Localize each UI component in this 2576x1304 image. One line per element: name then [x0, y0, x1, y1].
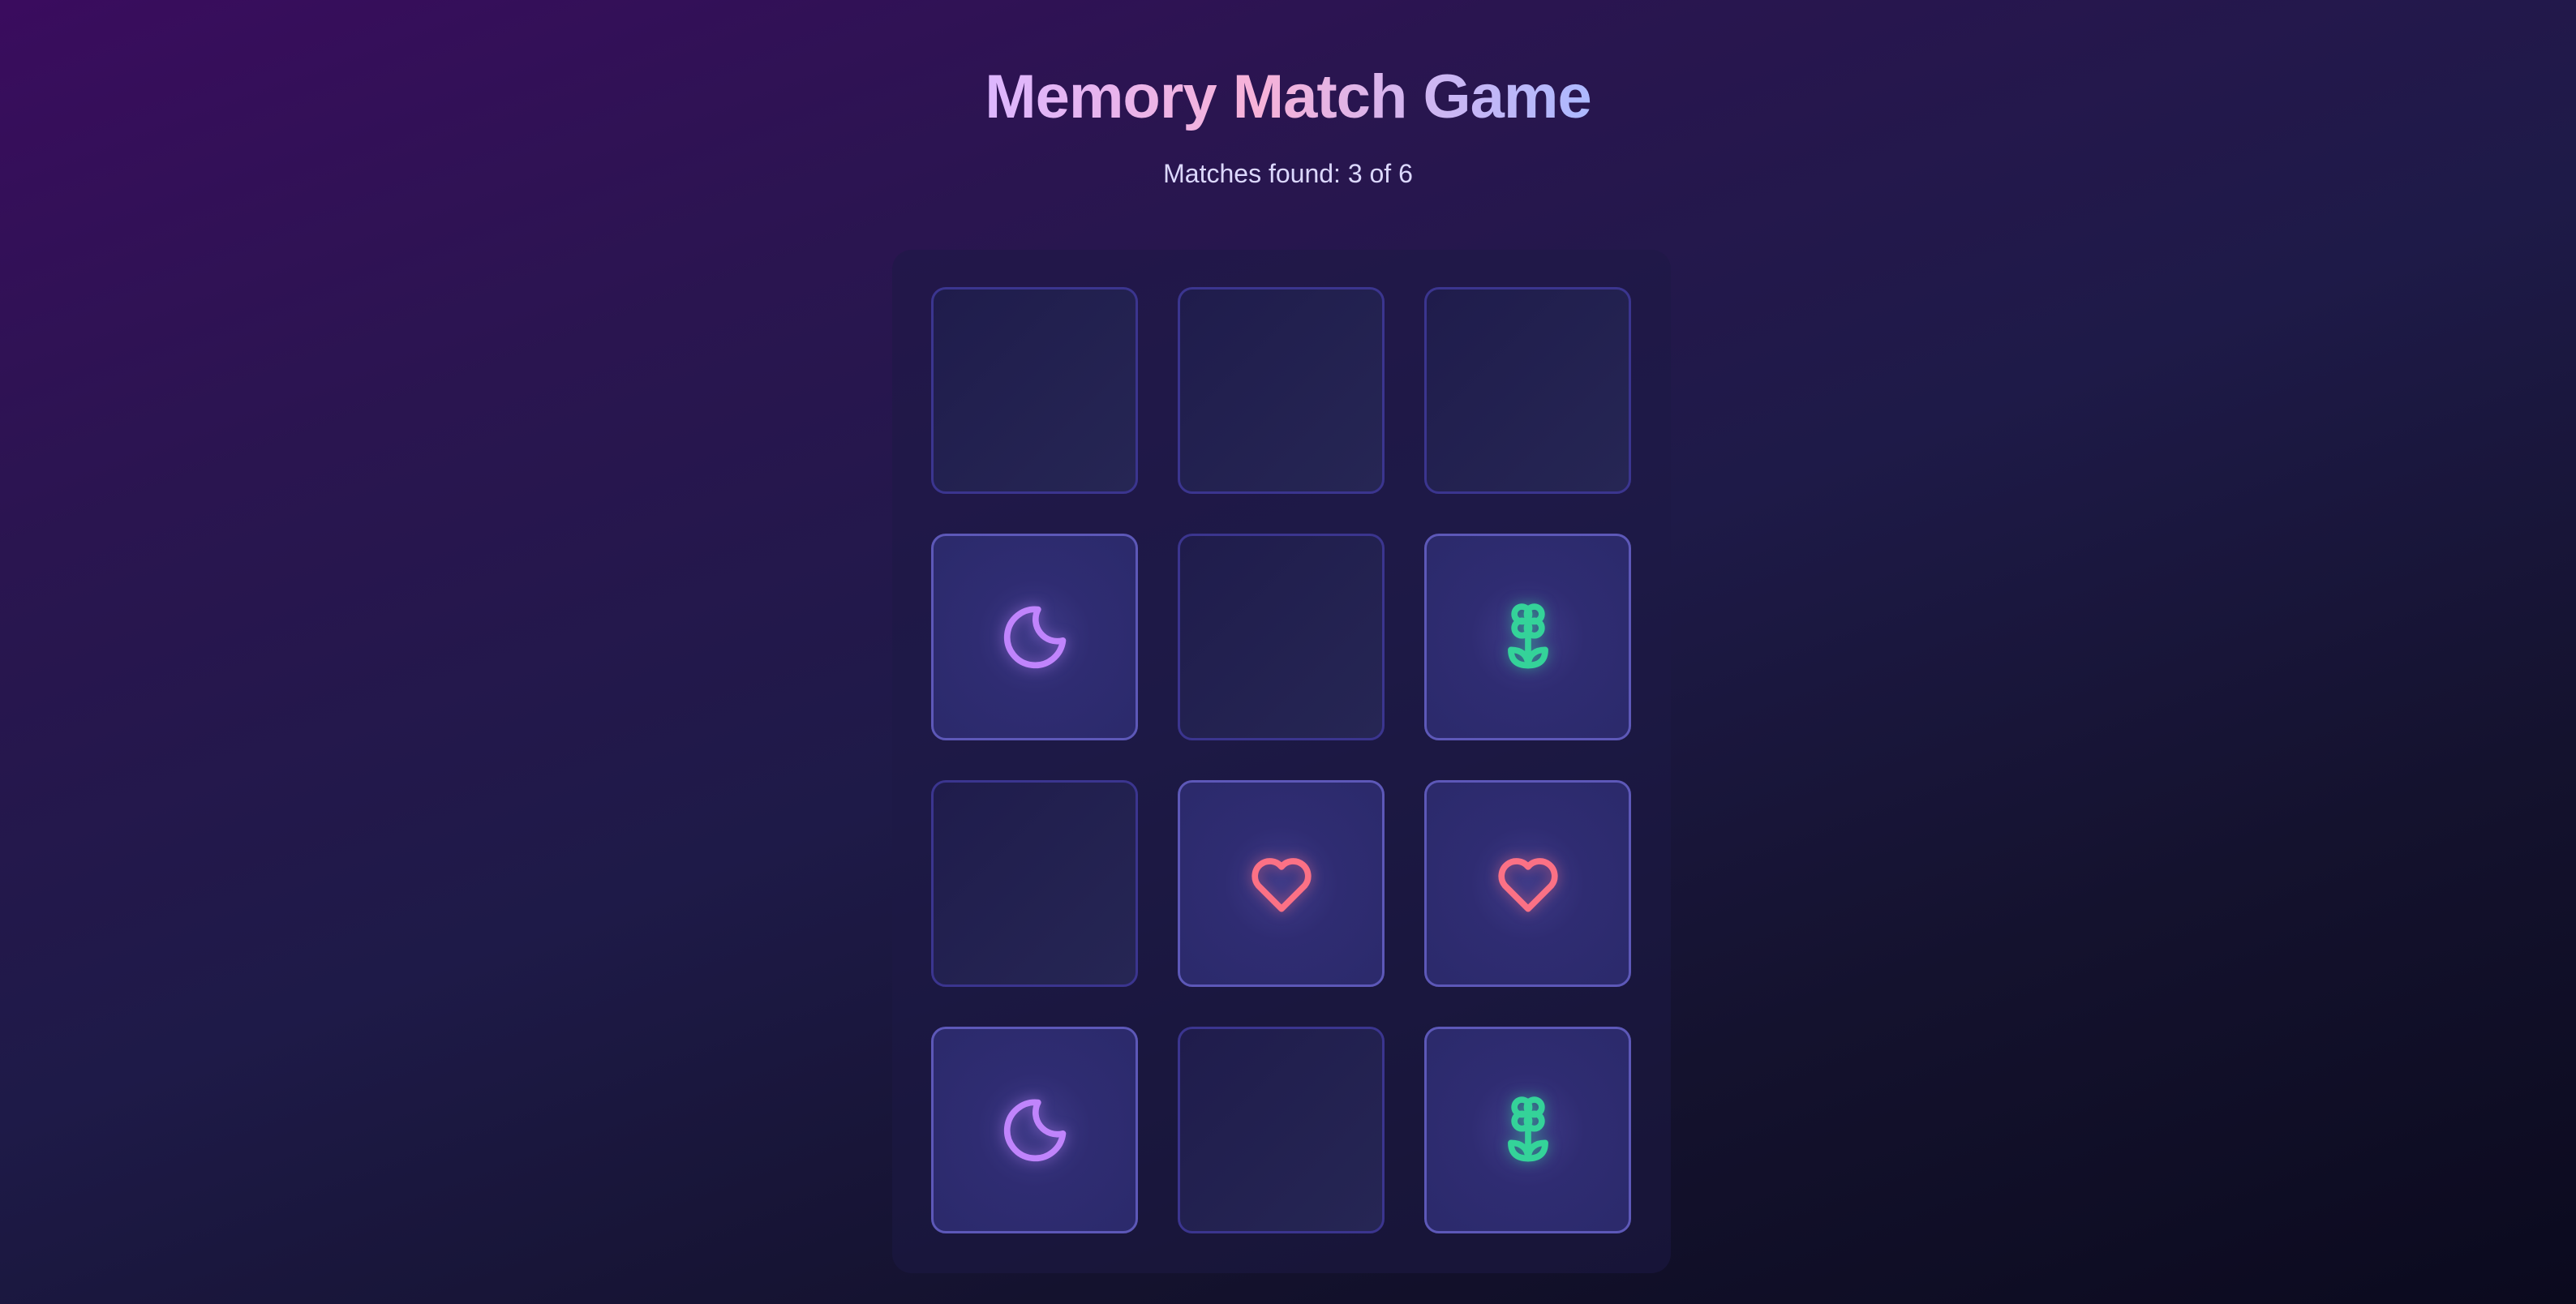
card-flower[interactable]: [1424, 534, 1631, 740]
moon-icon: [1003, 1099, 1066, 1161]
card-facedown[interactable]: [1424, 287, 1631, 494]
card-facedown[interactable]: [931, 287, 1138, 494]
card-flower[interactable]: [1424, 1027, 1631, 1233]
card-facedown[interactable]: [1178, 287, 1385, 494]
flower-icon: [1507, 603, 1548, 668]
card-heart[interactable]: [1178, 780, 1385, 987]
card-heart[interactable]: [1424, 780, 1631, 987]
card-moon[interactable]: [931, 1027, 1138, 1233]
card-facedown[interactable]: [931, 780, 1138, 987]
page-title: Memory Match Game: [985, 62, 1591, 131]
match-status: Matches found: 3 of 6: [1163, 159, 1413, 188]
heart-icon: [1251, 857, 1312, 912]
card-facedown[interactable]: [1178, 1027, 1385, 1233]
card-facedown[interactable]: [1178, 534, 1385, 740]
game-board: [892, 250, 1671, 1273]
card-grid: [931, 287, 1631, 1233]
flower-icon: [1507, 1096, 1548, 1161]
heart-icon: [1497, 857, 1558, 912]
card-moon[interactable]: [931, 534, 1138, 740]
moon-icon: [1003, 606, 1066, 668]
